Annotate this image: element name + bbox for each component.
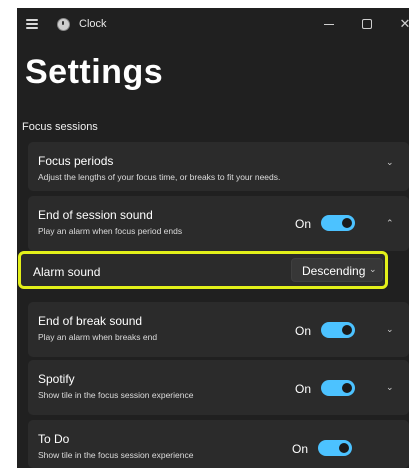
hamburger-icon[interactable]	[26, 19, 38, 29]
chevron-up-icon[interactable]: ⌃	[386, 218, 394, 229]
chevron-down-icon[interactable]: ⌄	[386, 382, 394, 393]
page-title: Settings	[25, 53, 164, 91]
minimize-button[interactable]	[317, 14, 341, 34]
close-button[interactable]: ✕	[393, 14, 409, 34]
chevron-down-icon[interactable]: ⌄	[386, 157, 394, 168]
end-of-break-toggle-label: On	[295, 324, 312, 338]
alarm-sound-label: Alarm sound	[33, 265, 101, 279]
focus-periods-description: Adjust the lengths of your focus time, o…	[38, 172, 281, 182]
focus-periods-title: Focus periods	[38, 154, 114, 168]
maximize-icon	[362, 19, 372, 29]
alarm-sound-value: Descending	[302, 264, 366, 278]
close-icon: ✕	[399, 16, 409, 31]
focus-periods-card[interactable]: Focus periods Adjust the lengths of your…	[28, 142, 409, 191]
todo-toggle[interactable]	[318, 440, 352, 456]
todo-card: To Do Show tile in the focus session exp…	[28, 420, 409, 468]
end-of-session-sound-toggle[interactable]	[321, 215, 355, 231]
todo-title: To Do	[38, 432, 70, 446]
section-header-focus-sessions: Focus sessions	[22, 121, 98, 133]
spotify-description: Show tile in the focus session experienc…	[38, 390, 194, 400]
minimize-icon	[324, 23, 334, 25]
todo-description: Show tile in the focus session experienc…	[38, 450, 194, 460]
chevron-down-icon[interactable]: ⌄	[386, 324, 394, 335]
app-title: Clock	[79, 18, 107, 30]
spotify-title: Spotify	[38, 372, 75, 386]
clock-window: Clock ✕ Settings Focus sessions Focus pe…	[17, 8, 409, 468]
maximize-button[interactable]	[355, 14, 379, 34]
spotify-toggle[interactable]	[321, 380, 355, 396]
end-of-session-sound-description: Play an alarm when focus period ends	[38, 226, 183, 236]
title-bar: Clock ✕	[17, 8, 409, 40]
alarm-sound-dropdown[interactable]: Descending ⌄	[291, 258, 383, 282]
clock-app-icon	[57, 18, 70, 31]
end-of-session-sound-card: End of session sound Play an alarm when …	[28, 196, 409, 251]
end-of-break-sound-card: End of break sound Play an alarm when br…	[28, 302, 409, 357]
spotify-toggle-label: On	[295, 382, 312, 396]
todo-toggle-label: On	[292, 442, 309, 456]
end-of-session-toggle-label: On	[295, 217, 312, 231]
spotify-card: Spotify Show tile in the focus session e…	[28, 360, 409, 415]
chevron-down-icon: ⌄	[369, 264, 377, 274]
end-of-session-sound-title: End of session sound	[38, 208, 153, 222]
end-of-break-sound-title: End of break sound	[38, 314, 143, 328]
alarm-sound-row: Alarm sound Descending ⌄	[18, 251, 388, 289]
end-of-break-sound-description: Play an alarm when breaks end	[38, 332, 158, 342]
end-of-break-sound-toggle[interactable]	[321, 322, 355, 338]
